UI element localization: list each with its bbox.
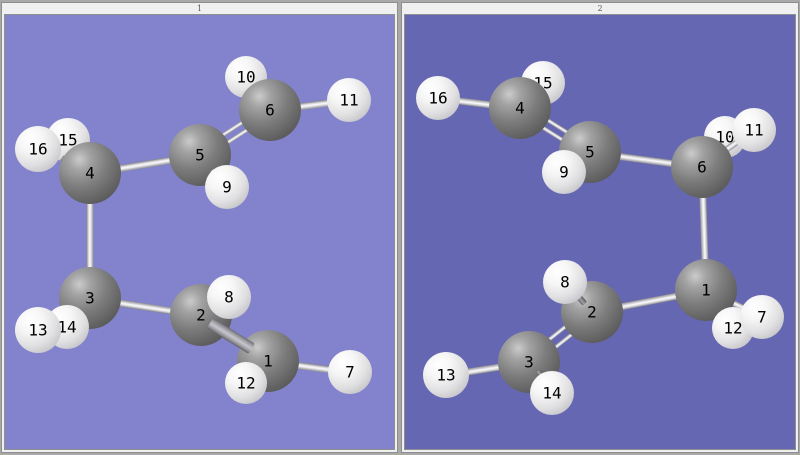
atom-label: 14 bbox=[542, 384, 561, 403]
molecule-viewer-window: { "window": { "width": 800, "height": 45… bbox=[0, 0, 800, 455]
atom-sphere-hydrogen[interactable]: 13 bbox=[423, 352, 469, 398]
atom-sphere-hydrogen[interactable]: 11 bbox=[732, 108, 776, 152]
atom-label: 1 bbox=[263, 352, 273, 371]
atom-label: 13 bbox=[28, 321, 47, 340]
atom-label: 11 bbox=[339, 91, 358, 110]
atom-label: 13 bbox=[436, 366, 455, 385]
atom-sphere-hydrogen[interactable]: 9 bbox=[205, 165, 249, 209]
atom-label: 8 bbox=[224, 288, 234, 307]
atom-sphere-hydrogen[interactable]: 7 bbox=[740, 295, 784, 339]
atom-label: 4 bbox=[515, 99, 525, 118]
atom-sphere-hydrogen[interactable]: 16 bbox=[416, 76, 460, 120]
atom-label: 4 bbox=[85, 164, 95, 183]
atom-label: 2 bbox=[587, 303, 597, 322]
atom-label: 11 bbox=[744, 121, 763, 140]
atom-sphere-carbon[interactable]: 6 bbox=[671, 136, 733, 198]
atom-label: 9 bbox=[559, 163, 569, 182]
atom-label: 5 bbox=[195, 146, 205, 165]
subwindow-2-titlebar: 2 bbox=[402, 3, 798, 14]
atom-label: 16 bbox=[28, 140, 47, 159]
atom-sphere-hydrogen[interactable]: 11 bbox=[327, 78, 371, 122]
molecule-canvas-1[interactable]: 10611591516431413281127 bbox=[4, 14, 395, 450]
atom-label: 3 bbox=[524, 353, 534, 372]
atom-sphere-hydrogen[interactable]: 14 bbox=[530, 371, 574, 415]
molecule-canvas-2[interactable]: 16415596101111272831314 bbox=[404, 14, 796, 450]
subwindow-2-title: 2 bbox=[597, 4, 602, 13]
atom-label: 8 bbox=[560, 273, 570, 292]
molecule-subwindow-1: 1 10611591516431413281127 bbox=[2, 3, 397, 452]
atom-sphere-hydrogen[interactable]: 7 bbox=[328, 350, 372, 394]
molecule-subwindow-2: 2 16415596101111272831314 bbox=[402, 3, 798, 452]
atom-label: 2 bbox=[196, 306, 206, 325]
atom-label: 9 bbox=[222, 178, 232, 197]
subwindow-1-titlebar: 1 bbox=[2, 3, 397, 14]
atom-sphere-carbon[interactable]: 6 bbox=[239, 79, 301, 141]
atom-sphere-carbon[interactable]: 4 bbox=[59, 142, 121, 204]
atom-label: 1 bbox=[701, 281, 711, 300]
subwindow-1-title: 1 bbox=[197, 4, 202, 13]
atom-label: 7 bbox=[345, 363, 355, 382]
atom-label: 16 bbox=[428, 89, 447, 108]
atom-label: 12 bbox=[236, 374, 255, 393]
atom-sphere-carbon[interactable]: 4 bbox=[489, 77, 551, 139]
atom-sphere-hydrogen[interactable]: 13 bbox=[15, 307, 61, 353]
atom-sphere-hydrogen[interactable]: 9 bbox=[542, 150, 586, 194]
atom-label: 5 bbox=[585, 143, 595, 162]
atom-label: 6 bbox=[697, 158, 707, 177]
atom-label: 7 bbox=[757, 308, 767, 327]
atom-sphere-hydrogen[interactable]: 8 bbox=[207, 275, 251, 319]
atom-label: 3 bbox=[85, 289, 95, 308]
atom-sphere-hydrogen[interactable]: 16 bbox=[15, 126, 61, 172]
atom-sphere-hydrogen[interactable]: 12 bbox=[225, 362, 267, 404]
atom-sphere-hydrogen[interactable]: 8 bbox=[543, 260, 587, 304]
atom-label: 6 bbox=[265, 101, 275, 120]
